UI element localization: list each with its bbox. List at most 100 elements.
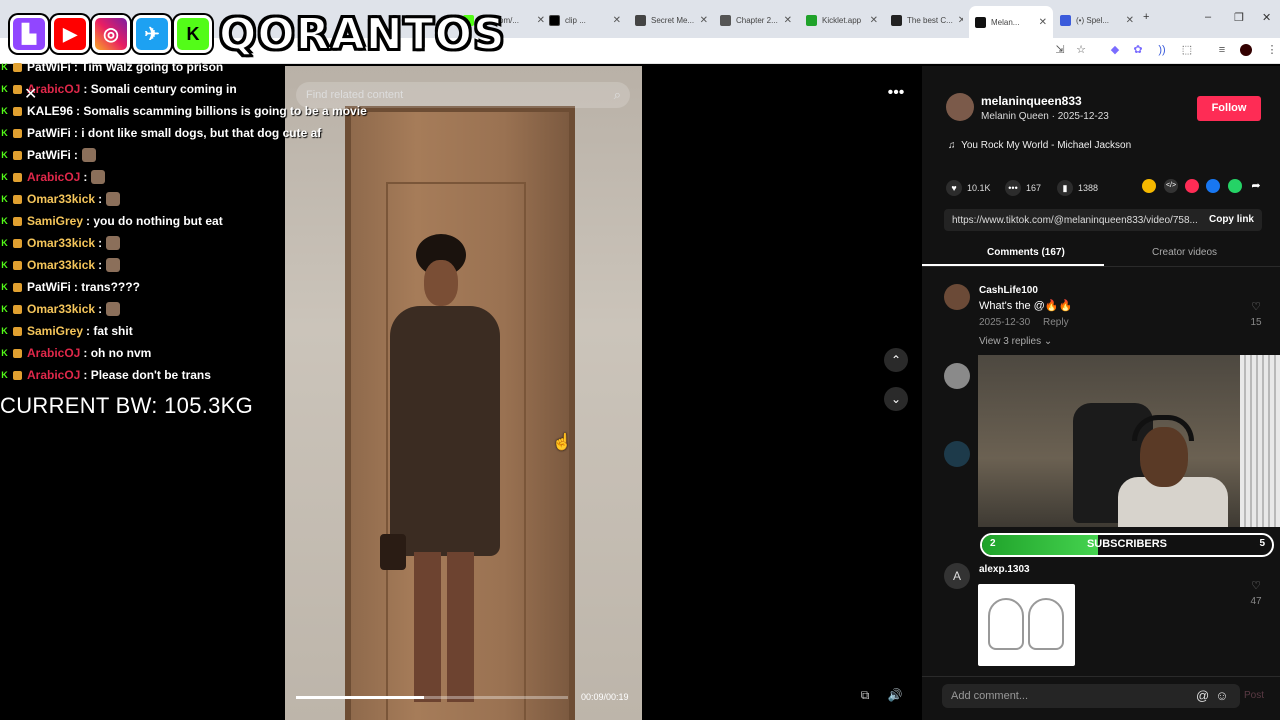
extension-icon[interactable]: ◆ [1109,44,1121,56]
facebook-icon[interactable] [1206,179,1220,193]
extension-icon[interactable]: )) [1156,44,1168,56]
close-tab-icon[interactable]: ✕ [958,15,963,26]
kick-badge-icon: K [1,193,8,204]
browser-tab-2[interactable]: clip ... ✕ [549,8,621,32]
tab-title: Melan... [991,17,1020,27]
send-share-icon[interactable] [1185,179,1199,193]
browser-tab-4[interactable]: Chapter 2... ✕ [720,8,792,32]
chat-username: ArabicOJ [27,368,81,382]
browser-tab-5[interactable]: Kicklet.app ✕ [806,8,878,32]
save-count: 1388 [1078,183,1099,193]
comment-avatar[interactable] [944,363,970,389]
tab-comments[interactable]: Comments (167) [987,247,1065,258]
weight-counter: CURRENT BW: 105.3KG [0,393,254,418]
whatsapp-icon[interactable] [1228,179,1242,193]
instagram-icon: ◎ [92,15,130,53]
chat-message: K Omar33kick: [0,232,460,254]
follow-button[interactable]: Follow [1197,96,1261,121]
chat-text: : [98,236,103,250]
creator-username[interactable]: melaninqueen833 [981,94,1082,108]
emoji-icon[interactable]: ☺ [1215,688,1234,703]
close-window-icon[interactable]: ✕ [1262,11,1271,24]
comment-like-count: 47 [1250,596,1262,607]
tab-title: Secret Me... [651,15,695,25]
restore-icon[interactable]: ❐ [1234,11,1244,24]
copy-link-button[interactable]: Copy link [1209,214,1254,225]
profile-avatar-icon[interactable] [1240,44,1252,56]
browser-tab-8[interactable]: (•) Spel... ✕ [1060,8,1134,32]
sidebar-icon[interactable]: ≡ [1216,44,1228,56]
share-arrow-icon[interactable]: ➦ [1249,179,1263,193]
previous-video-button[interactable]: ⌃ [884,348,908,372]
close-tab-icon[interactable]: ✕ [700,15,708,26]
user-badge-icon [13,260,22,270]
music-title: You Rock My World - Michael Jackson [961,140,1132,151]
comment-like-icon[interactable]: ♡ [1246,300,1266,313]
volume-icon[interactable]: 🔊 [886,688,904,706]
close-icon[interactable]: ✕ [24,84,37,104]
video-timecode: 00:09/00:19 [581,692,629,702]
chat-message: K ArabicOJ: Please don't be trans [0,364,460,386]
person-bag [380,534,406,570]
save-stat[interactable]: ▮ 1388 [1057,180,1098,196]
subgoal-target: 5 [1259,538,1265,549]
pip-icon[interactable]: ⧉ [856,688,874,706]
user-badge-icon [13,282,22,292]
comment-username[interactable]: alexp.1303 [979,564,1030,575]
chat-username: PatWiFi [27,126,71,140]
music-line[interactable]: ♫ You Rock My World - Michael Jackson [948,140,1131,151]
mention-icon[interactable]: @ [1196,688,1215,703]
sticker-figure [1028,598,1064,650]
comment-avatar[interactable]: A [944,563,970,589]
comment-icon: ••• [1005,180,1021,196]
close-tab-icon[interactable]: ✕ [784,15,792,26]
comment-avatar[interactable] [944,441,970,467]
extension-icon[interactable]: ✿ [1132,44,1144,56]
new-tab-icon[interactable]: + [1143,11,1149,23]
coin-share-icon[interactable] [1142,179,1156,193]
embed-icon[interactable]: </> [1164,179,1178,193]
like-stat[interactable]: ♥ 10.1K [946,180,991,196]
stream-chat: K PatWiFi: Tim Walz going to prison K Arabi… [0,56,460,386]
video-progress-fill [296,696,424,699]
comment-like-count: 15 [1250,317,1262,328]
browser-tab-3[interactable]: Secret Me... ✕ [635,8,708,32]
install-app-icon[interactable]: ⇲ [1054,44,1066,56]
extensions-puzzle-icon[interactable]: ⬚ [1181,44,1193,56]
add-comment-input[interactable]: Add comment... [942,684,1190,708]
close-tab-icon[interactable]: ✕ [613,15,621,26]
chat-username: SamiGrey [27,214,84,228]
close-tab-icon[interactable]: ✕ [1039,17,1047,28]
kick-badge-icon: K [1,105,8,116]
user-badge-icon [13,106,22,116]
twitter-icon: ✈ [133,15,171,53]
browser-tab-6[interactable]: The best C... ✕ [891,8,963,32]
creator-avatar[interactable] [946,93,974,121]
video-progress-bar[interactable] [296,696,568,699]
comment-stat[interactable]: ••• 167 [1005,180,1041,196]
comment-like-icon[interactable]: ♡ [1246,579,1266,592]
video-link-box[interactable]: https://www.tiktok.com/@melaninqueen833/… [944,209,1262,231]
chat-username: ArabicOJ [27,170,81,184]
close-tab-icon[interactable]: ✕ [870,15,878,26]
kick-badge-icon: K [1,303,8,314]
close-tab-icon[interactable]: ✕ [1126,15,1134,26]
tab-creator-videos[interactable]: Creator videos [1152,247,1217,258]
comment-count: 167 [1026,183,1042,193]
minimize-icon[interactable]: – [1205,11,1211,23]
comment-avatar[interactable] [944,284,970,310]
more-options-icon[interactable]: ••• [884,84,908,104]
close-tab-icon[interactable]: ✕ [537,15,545,26]
post-comment-button[interactable]: Post [1244,690,1264,701]
search-icon[interactable]: ⌕ [614,87,621,103]
bookmark-star-icon[interactable]: ☆ [1075,44,1087,56]
chat-username: SamiGrey [27,324,84,338]
browser-tab-active[interactable]: Melan... ✕ [969,6,1053,38]
reply-button[interactable]: Reply [1043,317,1069,328]
menu-kebab-icon[interactable]: ⋮ [1266,44,1278,56]
chat-text: : [98,258,103,272]
next-video-button[interactable]: ⌄ [884,387,908,411]
chat-text: : oh no nvm [83,346,152,360]
comment-username[interactable]: CashLife100 [979,285,1038,296]
view-replies-button[interactable]: View 3 replies ⌄ [979,336,1052,347]
